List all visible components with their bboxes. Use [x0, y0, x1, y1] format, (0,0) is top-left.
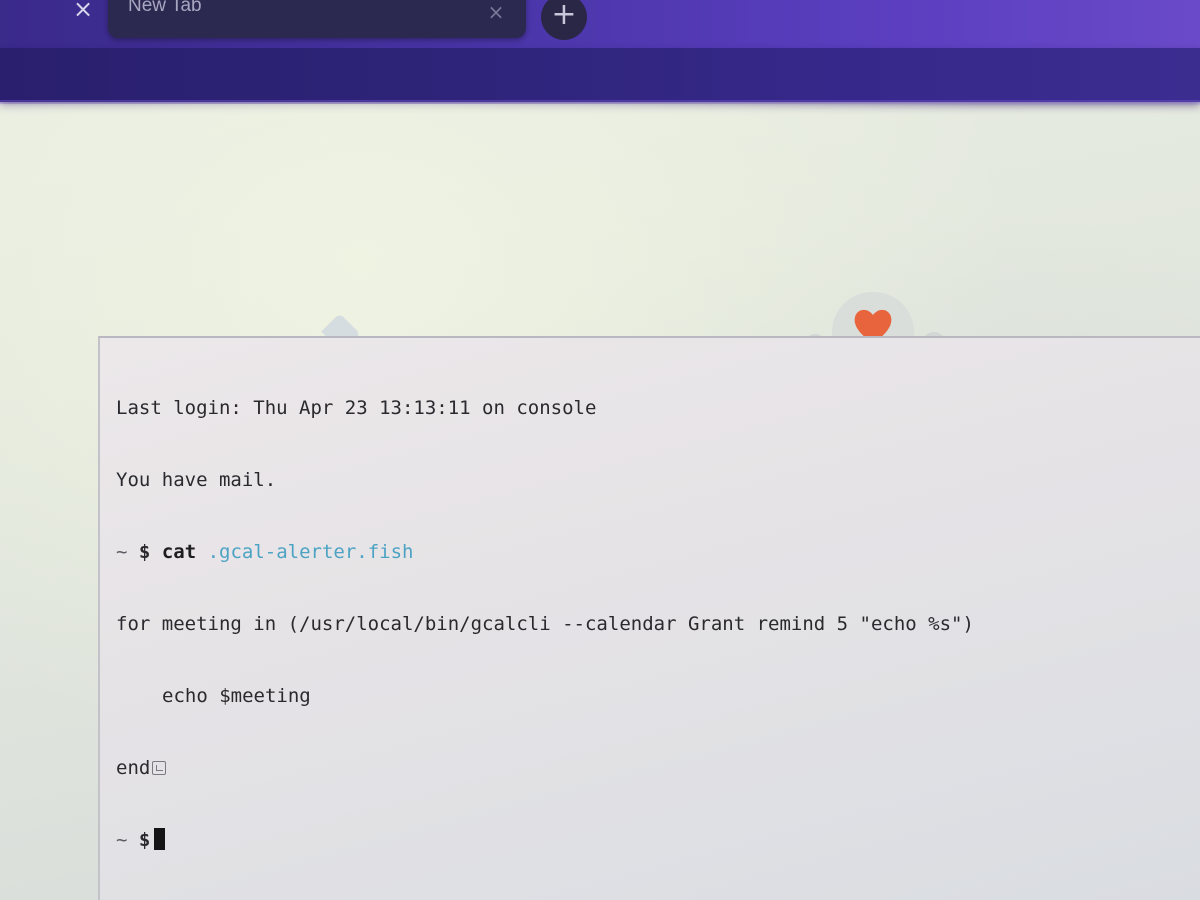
- browser-toolbar: [0, 48, 1200, 102]
- terminal-line: end: [116, 756, 1190, 780]
- command-argument: .gcal-alerter.fish: [207, 541, 414, 563]
- text-cursor: [154, 828, 166, 850]
- terminal-line: Last login: Thu Apr 23 13:13:11 on conso…: [116, 396, 1190, 420]
- browser-tab-strip: × New Tab × +: [0, 0, 1200, 48]
- tab-new-tab[interactable]: New Tab ×: [108, 0, 526, 38]
- mail-message: You have mail.: [116, 469, 277, 491]
- terminal-line: echo $meeting: [116, 684, 1190, 708]
- tab-title: New Tab: [128, 0, 202, 16]
- prompt-symbol: $: [138, 829, 151, 851]
- close-icon[interactable]: ×: [68, 0, 98, 24]
- screen: × New Tab × + Last login: Thu Apr 23 13:…: [0, 0, 1200, 900]
- output-line-2: echo $meeting: [162, 685, 311, 707]
- terminal-line: ~ $: [116, 828, 1190, 852]
- output-line-3: end: [116, 757, 151, 779]
- tab-close-icon[interactable]: ×: [484, 0, 508, 24]
- terminal-line: ~ $ cat .gcal-alerter.fish: [116, 540, 1190, 564]
- terminal-output: Last login: Thu Apr 23 13:13:11 on conso…: [116, 348, 1190, 900]
- terminal-line: for meeting in (/usr/local/bin/gcalcli -…: [116, 612, 1190, 636]
- prompt-symbol: $: [138, 541, 151, 563]
- new-tab-button[interactable]: +: [541, 0, 587, 40]
- output-line-1: for meeting in (/usr/local/bin/gcalcli -…: [116, 613, 974, 635]
- command-name: cat: [161, 541, 197, 563]
- prompt-cwd: ~: [116, 541, 128, 563]
- missing-newline-icon: [152, 761, 167, 775]
- prompt-cwd: ~: [116, 829, 128, 851]
- terminal-line: You have mail.: [116, 468, 1190, 492]
- terminal-window[interactable]: Last login: Thu Apr 23 13:13:11 on conso…: [98, 336, 1200, 900]
- login-message: Last login: Thu Apr 23 13:13:11 on conso…: [116, 397, 597, 419]
